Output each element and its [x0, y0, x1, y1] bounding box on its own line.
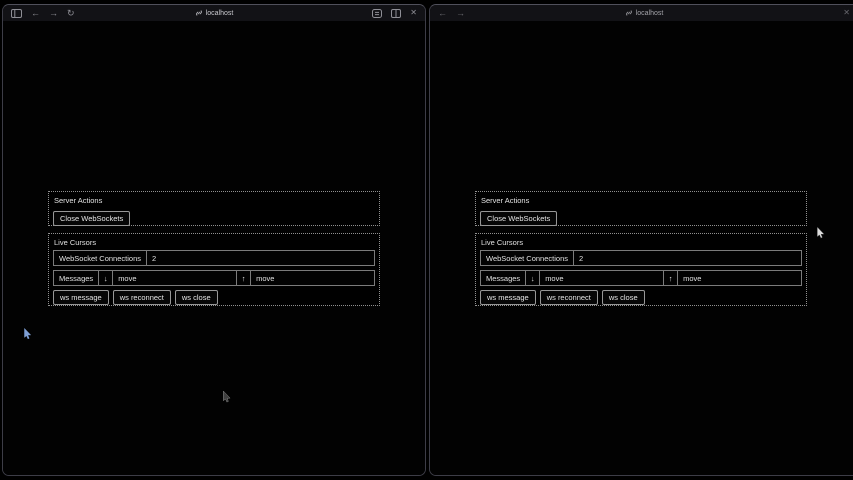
arrow-down-icon: ↓ — [98, 271, 112, 285]
arrow-up-icon: ↑ — [236, 271, 250, 285]
connections-value: 2 — [146, 251, 374, 265]
messages-label: Messages — [54, 271, 98, 285]
connections-value: 2 — [573, 251, 801, 265]
connections-label: WebSocket Connections — [54, 251, 146, 265]
ws-message-button[interactable]: ws message — [53, 290, 109, 305]
page-content: Server Actions Close WebSockets Live Cur… — [3, 21, 425, 475]
live-cursors-title: Live Cursors — [481, 238, 802, 247]
close-icon[interactable]: ✕ — [410, 9, 417, 17]
live-cursors-title: Live Cursors — [54, 238, 375, 247]
ws-reconnect-button[interactable]: ws reconnect — [540, 290, 598, 305]
browser-window-right: ← → localhost ✕ Server Actions Close Web… — [429, 4, 853, 476]
link-icon — [625, 9, 633, 17]
close-websockets-button[interactable]: Close WebSockets — [480, 211, 557, 226]
connections-row: WebSocket Connections 2 — [53, 250, 375, 266]
ws-message-button[interactable]: ws message — [480, 290, 536, 305]
close-icon[interactable]: ✕ — [843, 9, 850, 17]
address-title: localhost — [430, 5, 853, 21]
ws-close-button[interactable]: ws close — [602, 290, 645, 305]
forward-icon[interactable]: → — [456, 9, 465, 18]
messages-row: Messages ↓ move ↑ move — [480, 270, 802, 286]
server-actions-panel: Server Actions Close WebSockets — [475, 191, 807, 226]
titlebar: ← → localhost ✕ — [430, 5, 853, 21]
ws-reconnect-button[interactable]: ws reconnect — [113, 290, 171, 305]
back-icon[interactable]: ← — [31, 9, 40, 18]
ws-close-button[interactable]: ws close — [175, 290, 218, 305]
titlebar: ← → ↻ localhost ✕ — [3, 5, 425, 21]
server-actions-panel: Server Actions Close WebSockets — [48, 191, 380, 226]
toolbar-right: ✕ — [843, 9, 850, 17]
reload-icon[interactable]: ↻ — [67, 9, 75, 18]
connections-row: WebSocket Connections 2 — [480, 250, 802, 266]
close-websockets-button[interactable]: Close WebSockets — [53, 211, 130, 226]
ws-buttons-row: ws message ws reconnect ws close — [480, 290, 802, 305]
toolbar-left: ← → ↻ — [11, 9, 75, 18]
forward-icon[interactable]: → — [49, 9, 58, 18]
messages-row: Messages ↓ move ↑ move — [53, 270, 375, 286]
outgoing-message-value: move — [677, 271, 801, 285]
server-actions-title: Server Actions — [54, 196, 375, 205]
outgoing-message-value: move — [250, 271, 374, 285]
arrow-up-icon: ↑ — [663, 271, 677, 285]
incoming-message-value: move — [112, 271, 236, 285]
connections-label: WebSocket Connections — [481, 251, 573, 265]
incoming-message-value: move — [539, 271, 663, 285]
page-title: localhost — [636, 10, 664, 17]
tab-overview-icon[interactable] — [391, 9, 401, 18]
live-cursors-panel: Live Cursors WebSocket Connections 2 Mes… — [475, 233, 807, 306]
arrow-down-icon: ↓ — [525, 271, 539, 285]
ws-buttons-row: ws message ws reconnect ws close — [53, 290, 375, 305]
live-cursors-panel: Live Cursors WebSocket Connections 2 Mes… — [48, 233, 380, 306]
messages-label: Messages — [481, 271, 525, 285]
browser-window-left: ← → ↻ localhost ✕ Server Actions — [2, 4, 426, 476]
page-title: localhost — [206, 10, 234, 17]
server-actions-title: Server Actions — [481, 196, 802, 205]
sidebar-toggle-icon[interactable] — [11, 9, 22, 18]
page-content: Server Actions Close WebSockets Live Cur… — [430, 21, 853, 475]
toolbar-left: ← → — [438, 9, 465, 18]
page-settings-icon[interactable] — [372, 9, 382, 18]
back-icon[interactable]: ← — [438, 9, 447, 18]
toolbar-right: ✕ — [372, 9, 417, 18]
link-icon — [195, 9, 203, 17]
